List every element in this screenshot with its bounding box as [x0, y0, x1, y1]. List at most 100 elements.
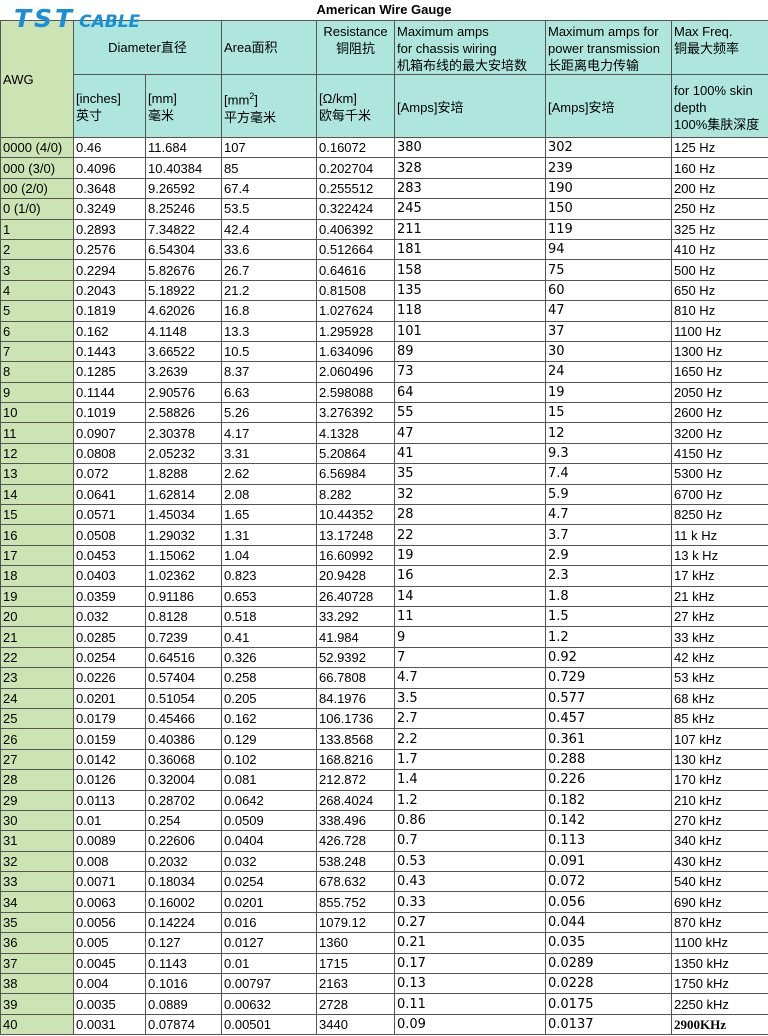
diameter-mm-cell: 0.16002 — [145, 891, 222, 913]
power-amps-cell: 0.226 — [545, 769, 672, 791]
resistance-header: Resistance 铜阻抗 — [316, 20, 395, 75]
table-row: 35 0.0056 0.14224 0.016 1079.12 0.27 0.044 870 … — [0, 911, 768, 934]
area-cell: 0.016 — [221, 911, 317, 934]
diameter-mm-cell: 5.82676 — [145, 259, 222, 281]
diameter-inches-cell: 0.0254 — [73, 646, 146, 669]
max-freq-cell: 130 kHz — [671, 748, 768, 771]
diameter-mm-cell: 1.29032 — [145, 524, 222, 546]
power-amps-cell: 2.9 — [545, 544, 672, 567]
area-header: Area面积 — [221, 20, 317, 75]
table-row: 9 0.1144 2.90576 6.63 2.598088 64 19 2050 Hz — [0, 381, 768, 404]
area-cell: 1.31 — [221, 524, 317, 546]
table-row: 19 0.0359 0.91186 0.653 26.40728 14 1.8 21 kHz — [0, 585, 768, 607]
awg-cell: 30 — [0, 809, 74, 832]
diameter-mm-cell: 0.45466 — [145, 707, 222, 730]
resistance-cell: 10.44352 — [316, 504, 395, 526]
resistance-cell: 41.984 — [316, 626, 395, 648]
diameter-inches-cell: 0.0063 — [73, 891, 146, 913]
awg-cell: 00 (2/0) — [0, 177, 74, 200]
diameter-inches-cell: 0.01 — [73, 809, 146, 832]
mm2-unit-en: [mm2] — [224, 88, 314, 108]
awg-cell: 14 — [0, 483, 74, 506]
max-freq-cell: 210 kHz — [671, 789, 768, 811]
diameter-inches-cell: 0.0142 — [73, 748, 146, 771]
awg-cell: 0 (1/0) — [0, 198, 74, 220]
chassis-amps-cell: 7 — [394, 646, 546, 669]
table-row: 21 0.0285 0.7239 0.41 41.984 9 1.2 33 kHz — [0, 626, 768, 648]
max-freq-header-en: Max Freq. — [674, 24, 733, 39]
area-header-text: Area面积 — [224, 40, 278, 55]
table-row: 28 0.0126 0.32004 0.081 212.872 1.4 0.226 170 k… — [0, 769, 768, 791]
resistance-cell: 33.292 — [316, 605, 395, 628]
table-row: 14 0.0641 1.62814 2.08 8.282 32 5.9 6700 Hz — [0, 483, 768, 506]
resistance-cell: 13.17248 — [316, 524, 395, 546]
max-freq-cell: 2050 Hz — [671, 381, 768, 404]
diameter-mm-cell: 7.34822 — [145, 218, 222, 240]
logo-tst-text: TST — [14, 4, 76, 33]
diameter-mm-cell: 0.36068 — [145, 748, 222, 771]
table-row: 24 0.0201 0.51054 0.205 84.1976 3.5 0.577 68 kH… — [0, 687, 768, 709]
area-cell: 0.0254 — [221, 871, 317, 893]
area-cell: 0.129 — [221, 728, 317, 750]
mm2-unit-close: ] — [254, 92, 258, 108]
chassis-amps-cell: 283 — [394, 177, 546, 200]
power-amps-cell: 0.091 — [545, 850, 672, 873]
area-cell: 2.62 — [221, 463, 317, 485]
diameter-inches-cell: 0.2893 — [73, 218, 146, 240]
power-amps-cell: 0.457 — [545, 707, 672, 730]
power-amps-cell: 190 — [545, 177, 672, 200]
diameter-inches-cell: 0.072 — [73, 463, 146, 485]
chassis-amps-cell: 1.4 — [394, 769, 546, 791]
table-row: 1 0.2893 7.34822 42.4 0.406392 211 119 325 Hz — [0, 218, 768, 240]
diameter-mm-cell: 0.07874 — [145, 1013, 222, 1036]
diameter-inches-cell: 0.004 — [73, 973, 146, 995]
table-row: 30 0.01 0.254 0.0509 338.496 0.86 0.142 270 kHz — [0, 809, 768, 832]
diameter-mm-cell: 0.127 — [145, 932, 222, 954]
max-freq-cell: 1650 Hz — [671, 361, 768, 383]
resistance-cell: 1079.12 — [316, 911, 395, 934]
chassis-amps-unit: [Amps]安培 — [394, 74, 546, 138]
mm2-unit-base: [mm — [224, 92, 250, 108]
max-freq-cell: 17 kHz — [671, 565, 768, 587]
table-row: 27 0.0142 0.36068 0.102 168.8216 1.7 0.288 130 … — [0, 748, 768, 771]
chassis-amps-cell: 89 — [394, 340, 546, 363]
max-freq-cell: 2600 Hz — [671, 402, 768, 424]
diameter-inches-cell: 0.0808 — [73, 442, 146, 465]
diameter-mm-cell: 1.62814 — [145, 483, 222, 506]
awg-cell: 36 — [0, 932, 74, 954]
area-cell: 0.00501 — [221, 1013, 317, 1036]
chassis-amps-cell: 64 — [394, 381, 546, 404]
diameter-mm-cell: 2.30378 — [145, 422, 222, 444]
chassis-amps-cell: 118 — [394, 300, 546, 322]
awg-header: AWG — [0, 20, 74, 138]
area-cell: 85 — [221, 157, 317, 179]
power-amps-cell: 239 — [545, 157, 672, 179]
max-freq-cell: 13 k Hz — [671, 544, 768, 567]
diameter-header-text: Diameter直径 — [108, 40, 187, 55]
area-cell: 21.2 — [221, 279, 317, 302]
chassis-amps-cell: 28 — [394, 504, 546, 526]
chassis-amps-cell: 0.17 — [394, 952, 546, 975]
area-cell: 0.0404 — [221, 830, 317, 852]
max-freq-cell: 650 Hz — [671, 279, 768, 302]
mm-unit-en: [mm] — [148, 91, 177, 106]
diameter-inches-cell: 0.0031 — [73, 1013, 146, 1036]
table-row: 0000 (4/0) 0.46 11.684 107 0.16072 380 302 125 … — [0, 136, 768, 159]
power-amps-cell: 60 — [545, 279, 672, 302]
chassis-amps-cell: 3.5 — [394, 687, 546, 709]
diameter-inches-cell: 0.0571 — [73, 504, 146, 526]
awg-cell: 5 — [0, 300, 74, 322]
resistance-cell: 133.8568 — [316, 728, 395, 750]
chassis-amps-header-en: Maximum amps for chassis wiring — [397, 24, 497, 56]
area-cell: 0.00632 — [221, 993, 317, 1015]
power-amps-cell: 0.142 — [545, 809, 672, 832]
resistance-cell: 5.20864 — [316, 442, 395, 465]
diameter-inches-cell: 0.0641 — [73, 483, 146, 506]
diameter-inches-cell: 0.0056 — [73, 911, 146, 934]
table-row: 16 0.0508 1.29032 1.31 13.17248 22 3.7 11 k Hz — [0, 524, 768, 546]
resistance-cell: 1715 — [316, 952, 395, 975]
table-row: 0 (1/0) 0.3249 8.25246 53.5 0.322424 245 150 25… — [0, 198, 768, 220]
awg-cell: 18 — [0, 565, 74, 587]
diameter-mm-cell: 0.1016 — [145, 973, 222, 995]
table-row: 8 0.1285 3.2639 8.37 2.060496 73 24 1650 Hz — [0, 361, 768, 383]
